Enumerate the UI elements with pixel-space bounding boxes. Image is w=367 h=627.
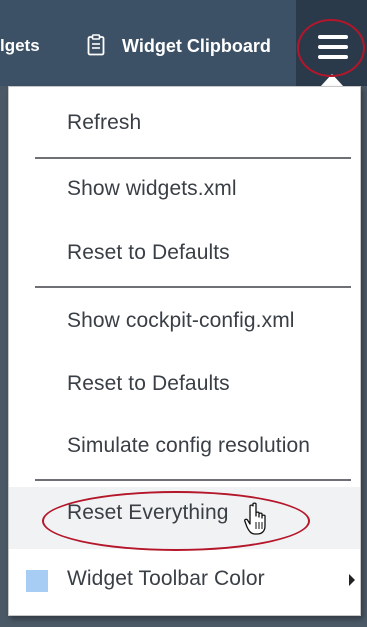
menu-item-widget-toolbar-color[interactable]: Widget Toolbar Color xyxy=(67,567,265,591)
menu-item-show-cockpit-config-xml[interactable]: Show cockpit-config.xml xyxy=(67,309,295,333)
menu-separator xyxy=(35,479,351,481)
menu-separator xyxy=(35,157,351,159)
widget-clipboard-button[interactable]: Widget Clipboard xyxy=(122,36,271,57)
color-swatch xyxy=(26,570,48,592)
menu-item-show-widgets-xml[interactable]: Show widgets.xml xyxy=(67,177,237,201)
menu-item-reset-everything[interactable]: Reset Everything xyxy=(67,501,229,525)
submenu-arrow-icon xyxy=(349,574,355,586)
clipboard-icon xyxy=(87,34,105,56)
menu-item-simulate-config-resolution[interactable]: Simulate config resolution xyxy=(67,434,310,458)
widgets-tab-label[interactable]: lgets xyxy=(0,36,40,56)
dropdown-menu: Refresh Show widgets.xml Reset to Defaul… xyxy=(8,86,361,616)
menu-item-refresh[interactable]: Refresh xyxy=(67,111,141,135)
hand-cursor-icon xyxy=(244,502,266,535)
menu-separator xyxy=(35,286,351,288)
menu-item-reset-config-defaults[interactable]: Reset to Defaults xyxy=(67,372,230,396)
hamburger-menu-icon[interactable] xyxy=(318,35,348,59)
menu-item-reset-widgets-defaults[interactable]: Reset to Defaults xyxy=(67,241,230,265)
top-toolbar: lgets Widget Clipboard xyxy=(0,0,367,86)
